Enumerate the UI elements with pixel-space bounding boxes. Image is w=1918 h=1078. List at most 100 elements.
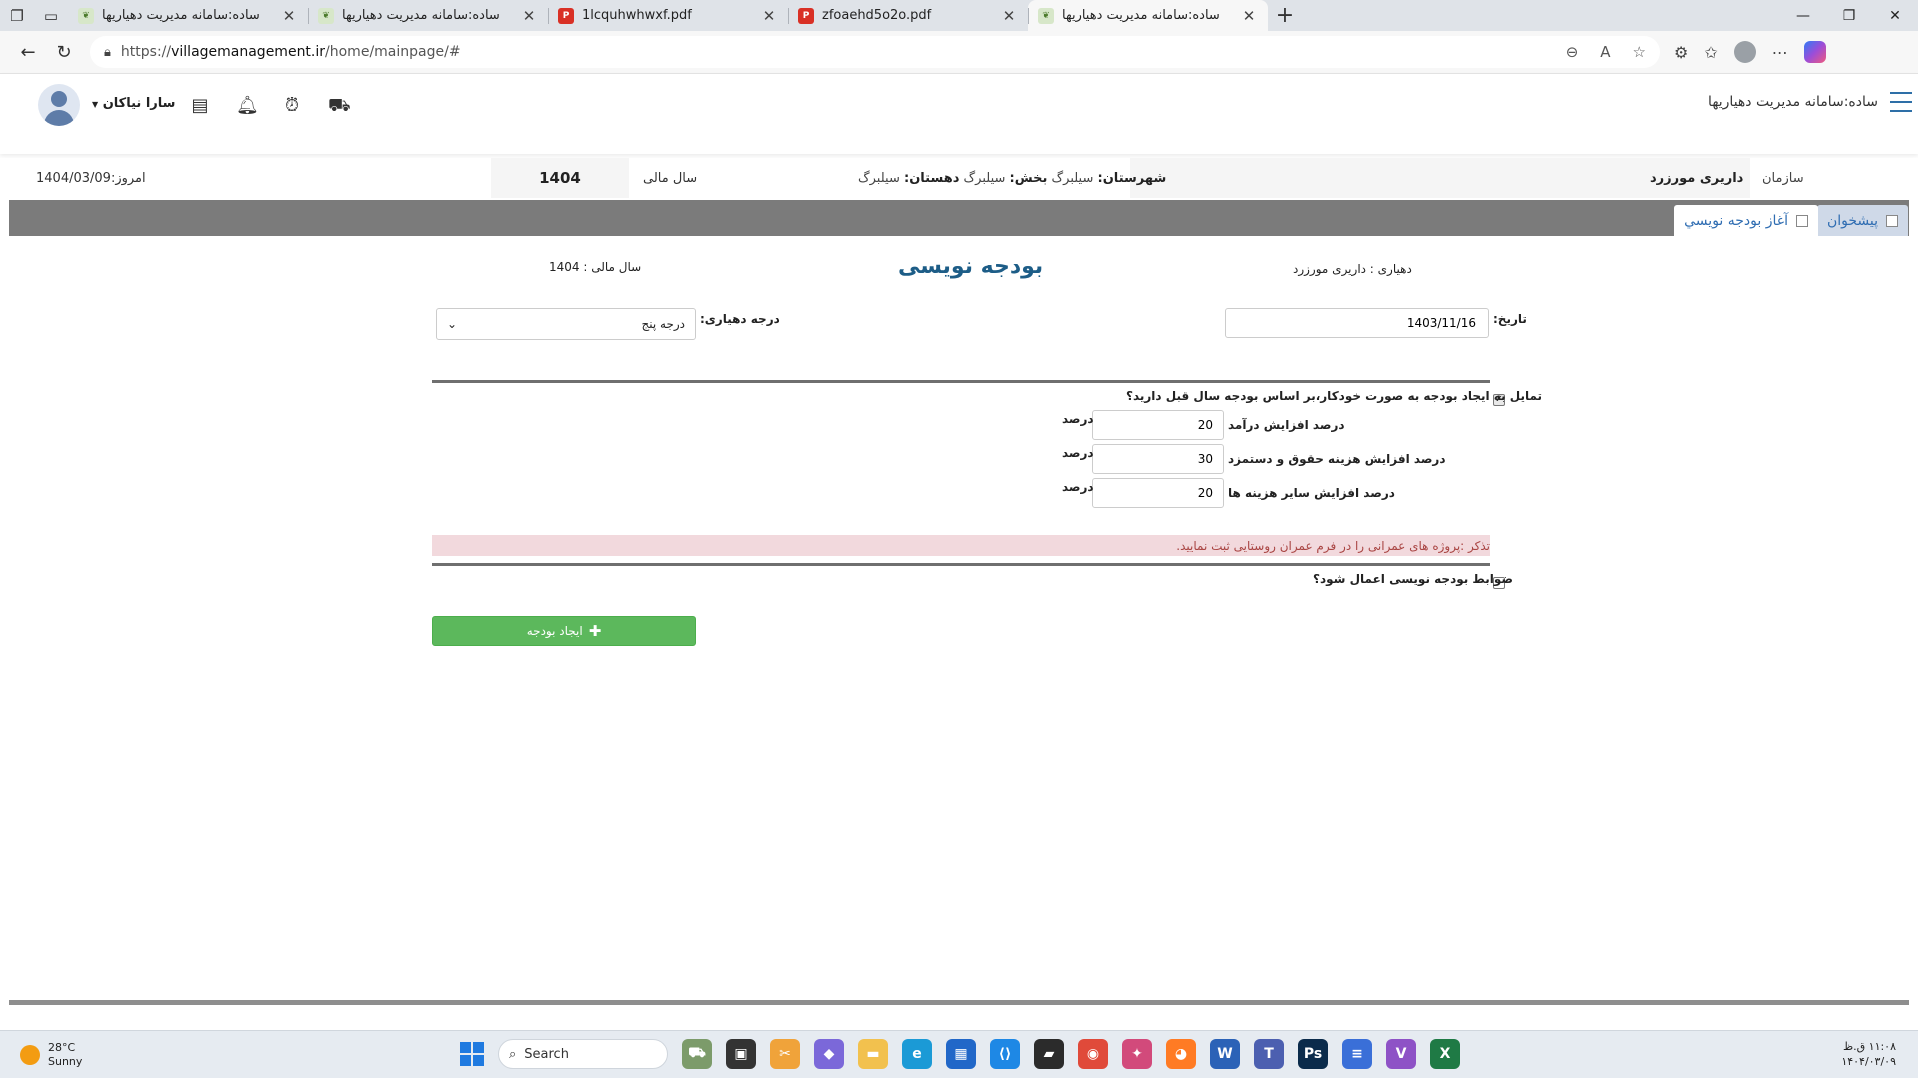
close-tab-icon[interactable]: ✕	[760, 7, 778, 25]
notepad-icon[interactable]: ≡	[1342, 1039, 1372, 1069]
word-pad-icon[interactable]: W	[1210, 1039, 1240, 1069]
date-field[interactable]	[1225, 308, 1489, 338]
task-view-icon[interactable]: ▣	[726, 1039, 756, 1069]
weather-widget[interactable]: 28°C Sunny	[20, 1041, 82, 1069]
user-name-dropdown[interactable]: سارا نیاکان ▼	[92, 96, 175, 111]
browser-tab-3[interactable]: P 1lcquhwhwxf.pdf ✕	[548, 0, 788, 31]
new-tab-plus-icon[interactable]: +	[1268, 3, 1302, 28]
tool-app-icon[interactable]: ✦	[1122, 1039, 1152, 1069]
snipping-tool-icon[interactable]: ✂	[770, 1039, 800, 1069]
rural-district-label: دهستان:	[904, 170, 960, 186]
tab-label: ساده:سامانه مدیریت دهیاریها	[342, 8, 500, 23]
windows-taskbar: 28°C Sunny ⌕ Search ⛟ ▣ ✂ ◆ ▬ e ▦ ⟨⟩ ▰ ◉…	[0, 1030, 1918, 1078]
vscode-icon[interactable]: ⟨⟩	[990, 1039, 1020, 1069]
back-arrow-icon[interactable]: ←	[10, 35, 46, 69]
budget-form: دهیاری : داریری مورزرد بودجه نویسی سال م…	[0, 236, 1918, 996]
browser-tab-1[interactable]: ❦ ساده:سامانه مدیریت دهیاریها ✕	[68, 0, 308, 31]
firefox-icon[interactable]: ◕	[1166, 1039, 1196, 1069]
hamburger-menu-icon[interactable]	[1890, 92, 1912, 112]
create-budget-button[interactable]: ✚ ایجاد بودجه	[432, 616, 696, 646]
county-value: سیلبرگ	[1051, 170, 1094, 186]
copilot-app-icon[interactable]: ◆	[814, 1039, 844, 1069]
date-label: تاریخ:	[1493, 312, 1527, 326]
widgets-app-icon[interactable]: ⛟	[682, 1039, 712, 1069]
tab-label: 1lcquhwhwxf.pdf	[582, 8, 692, 23]
tab-label: ساده:سامانه مدیریت دهیاریها	[102, 8, 260, 23]
teams-icon[interactable]: T	[1254, 1039, 1284, 1069]
edge-browser-icon[interactable]: e	[902, 1039, 932, 1069]
favorite-star-icon[interactable]: ☆	[1633, 43, 1646, 61]
pdf-favicon-icon: P	[798, 7, 814, 24]
bus-icon[interactable]: ⛟	[328, 95, 351, 119]
tab-actions-icon[interactable]: ▭	[34, 0, 68, 31]
close-tab-icon[interactable]: ✕	[1240, 7, 1258, 25]
tab-dashboard-label: پیشخوان	[1826, 212, 1878, 229]
excel-icon[interactable]: X	[1430, 1039, 1460, 1069]
form-fiscal-year: سال مالی : 1404	[549, 260, 642, 274]
divider	[432, 380, 1490, 383]
sticky-notes-icon[interactable]: ▰	[1034, 1039, 1064, 1069]
read-aloud-icon[interactable]: A	[1600, 43, 1610, 61]
file-explorer-icon[interactable]: ▬	[858, 1039, 888, 1069]
plus-icon: ✚	[588, 622, 602, 640]
percent-unit: درصد	[1062, 446, 1094, 460]
browser-tab-2[interactable]: ❦ ساده:سامانه مدیریت دهیاریها ✕	[308, 0, 548, 31]
income-increase-field[interactable]	[1092, 410, 1224, 440]
tab-label: ساده:سامانه مدیریت دهیاریها	[1062, 8, 1220, 23]
url-path: /home/mainpage/#	[325, 44, 461, 60]
auto-budget-question: تمایل به ایجاد بودجه به صورت خودکار،بر ا…	[1126, 389, 1543, 403]
caret-down-icon: ▼	[92, 100, 99, 109]
footer-divider	[9, 1000, 1909, 1005]
restore-icon[interactable]: ❐	[1826, 0, 1872, 31]
tab-dashboard[interactable]: پیشخوان	[1816, 205, 1908, 236]
favorites-icon[interactable]: ✩	[1704, 43, 1717, 62]
more-menu-icon[interactable]: ⋯	[1772, 43, 1788, 62]
close-window-icon[interactable]: ✕	[1872, 0, 1918, 31]
browser-tab-5-active[interactable]: ❦ ساده:سامانه مدیریت دهیاریها ✕	[1028, 0, 1268, 31]
copilot-icon[interactable]	[1803, 41, 1826, 63]
grade-selected-value: درجه پنج	[641, 317, 685, 331]
leaf-favicon-icon: ❦	[318, 7, 334, 24]
bell-icon[interactable]: 🔔︎	[236, 95, 259, 119]
close-tab-icon[interactable]: ✕	[1000, 7, 1018, 25]
url-host: villagemanagement.ir	[171, 44, 326, 60]
org-value: داریری مورزرد	[1650, 170, 1744, 186]
taskbar-search[interactable]: ⌕ Search	[498, 1039, 668, 1069]
minimize-icon[interactable]: —	[1780, 0, 1826, 31]
tab-checkbox[interactable]	[1886, 214, 1898, 227]
alarm-clock-icon[interactable]: ⏰︎	[282, 95, 302, 119]
profile-icon[interactable]	[1733, 41, 1756, 63]
photoshop-icon[interactable]: Ps	[1298, 1039, 1328, 1069]
grade-select[interactable]: ⌄ درجه پنج	[436, 308, 696, 340]
close-tab-icon[interactable]: ✕	[520, 7, 538, 25]
workspaces-icon[interactable]: ❐	[0, 0, 34, 31]
user-avatar[interactable]	[38, 84, 80, 126]
salary-increase-field[interactable]	[1092, 444, 1224, 474]
other-costs-increase-field[interactable]	[1092, 478, 1224, 508]
create-budget-label: ایجاد بودجه	[526, 624, 583, 638]
messages-icon[interactable]: ▤	[190, 95, 210, 119]
zoom-out-icon[interactable]: ⊖	[1566, 43, 1579, 61]
reload-icon[interactable]: ↻	[46, 35, 82, 69]
system-clock[interactable]: ۱۱:۰۸ ق.ظ ۱۴۰۴/۰۳/۰۹	[1841, 1039, 1896, 1069]
chrome-icon[interactable]: ◉	[1078, 1039, 1108, 1069]
extensions-icon[interactable]: ⚙	[1674, 43, 1688, 62]
visual-studio-icon[interactable]: V	[1386, 1039, 1416, 1069]
page-title: بودجه نویسی	[898, 254, 1044, 279]
site-info-lock-icon[interactable]: 🔒︎	[104, 45, 111, 60]
windows-start-icon[interactable]	[460, 1042, 484, 1066]
village-name: دهیاری : داریری مورزرد	[1293, 262, 1412, 276]
url-field[interactable]: 🔒︎ https://villagemanagement.ir/home/mai…	[90, 36, 1660, 68]
tab-checkbox[interactable]	[1796, 214, 1808, 227]
pdf-favicon-icon: P	[558, 7, 574, 24]
leaf-favicon-icon: ❦	[1038, 7, 1054, 24]
app-title: ساده:سامانه مدیریت دهیاریها	[1708, 94, 1878, 110]
rural-district-value: سیلبرگ	[858, 170, 900, 186]
sun-icon	[20, 1045, 40, 1065]
close-tab-icon[interactable]: ✕	[280, 7, 298, 25]
percent-unit: درصد	[1062, 412, 1094, 426]
tab-budget-start[interactable]: آغاز بودجه نویسي	[1674, 205, 1818, 236]
fiscal-year-label: سال مالی	[643, 170, 698, 186]
store-icon[interactable]: ▦	[946, 1039, 976, 1069]
browser-tab-4[interactable]: P zfoaehd5o2o.pdf ✕	[788, 0, 1028, 31]
